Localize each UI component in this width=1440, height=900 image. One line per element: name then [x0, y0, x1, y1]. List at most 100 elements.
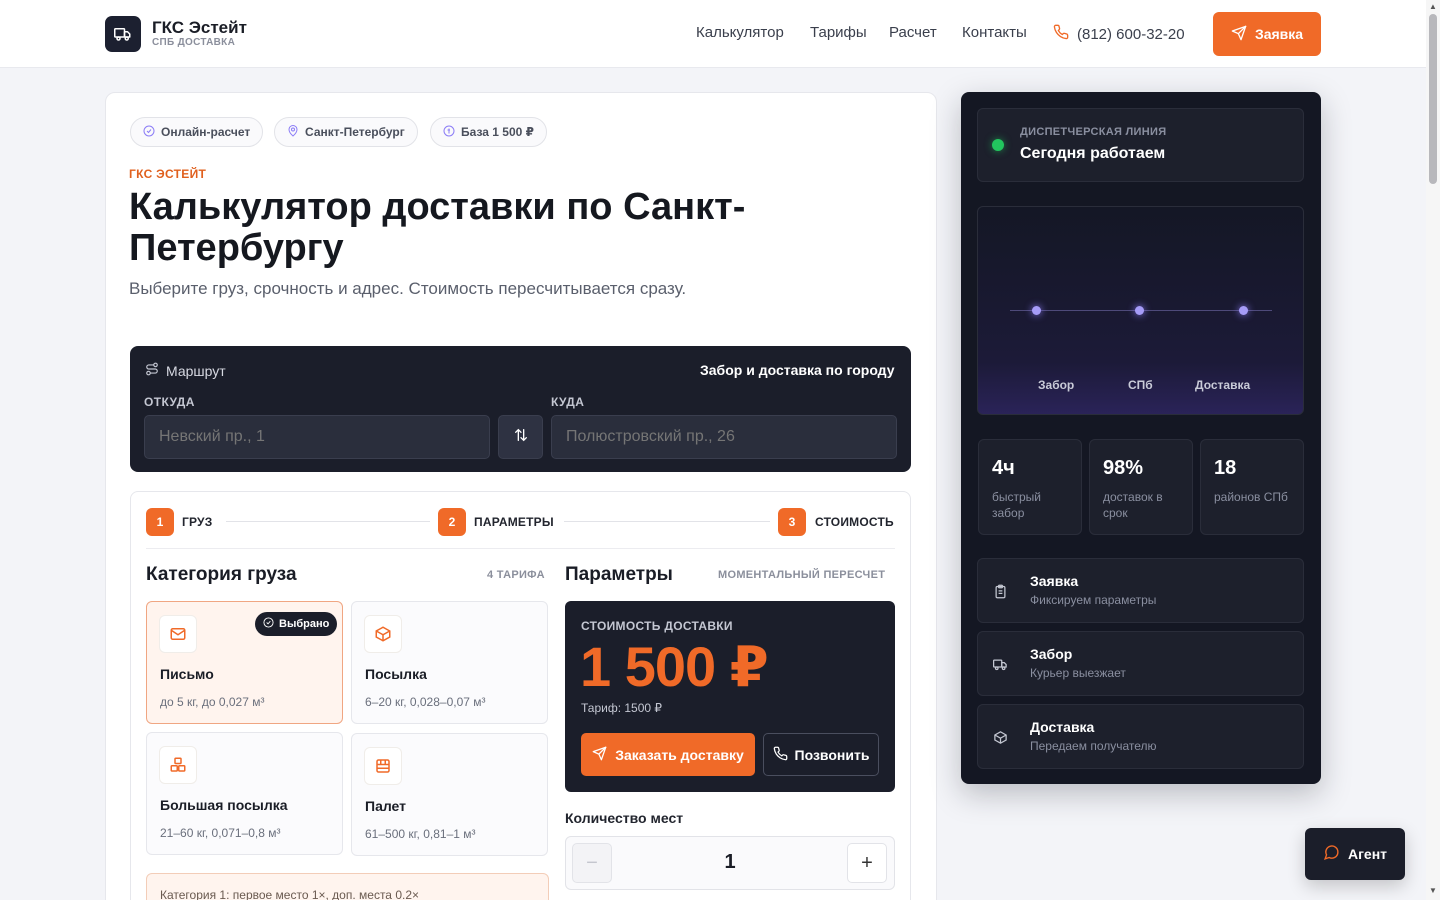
mail-icon [159, 615, 197, 653]
route-point-label: СПб [1128, 378, 1153, 392]
selected-badge: Выбрано [255, 612, 338, 636]
site-header: ГКС Эстейт СПБ ДОСТАВКА Калькулятор Тари… [0, 0, 1426, 68]
coin-icon [443, 125, 455, 140]
category-name: Большая посылка [160, 797, 288, 813]
phone-icon [1053, 24, 1069, 44]
scroll-down-arrow-icon[interactable]: ▼ [1428, 886, 1438, 895]
brand-subtitle: СПБ ДОСТАВКА [152, 37, 236, 48]
step-connector [226, 521, 430, 522]
quantity-value[interactable]: 1 [700, 851, 760, 874]
quantity-increment-button[interactable]: + [847, 843, 887, 883]
step-1-number[interactable]: 1 [146, 508, 174, 536]
category-card-large-parcel[interactable]: Большая посылка 21–60 кг, 0,071–0,8 м³ [146, 732, 343, 855]
route-title: Маршрут [145, 362, 226, 379]
scroll-up-arrow-icon[interactable]: ▲ [1428, 2, 1438, 11]
order-delivery-button[interactable]: Заказать доставку [581, 733, 755, 776]
eyebrow: ГКС ЭСТЕЙТ [129, 167, 207, 181]
params-title: Параметры [565, 564, 673, 585]
stat-label: быстрый забор [992, 490, 1041, 520]
flow-step-title: Забор [1030, 646, 1073, 662]
box-icon [364, 615, 402, 653]
stat-value: 4ч [992, 457, 1015, 479]
stat-value: 18 [1214, 457, 1237, 479]
clipboard-icon [990, 581, 1010, 601]
step-2-label[interactable]: ПАРАМЕТРЫ [474, 515, 554, 529]
category-name: Палет [365, 798, 407, 814]
nav-link-tariffs[interactable]: Тарифы [810, 24, 867, 41]
send-icon [592, 746, 607, 764]
flow-step-request: Заявка Фиксируем параметры [977, 558, 1304, 623]
flow-step-desc: Фиксируем параметры [1030, 593, 1157, 607]
stat-label: доставок в срок [1103, 490, 1163, 520]
nav-link-calculation[interactable]: Расчет [889, 24, 937, 41]
category-count: 4 ТАРИФА [487, 569, 545, 581]
nav-link-calculator[interactable]: Калькулятор [696, 24, 784, 41]
agent-chat-button[interactable]: Агент [1305, 828, 1405, 880]
phone-number: (812) 600-32-20 [1077, 25, 1185, 43]
pallet-icon [364, 747, 402, 785]
truck-logo-icon[interactable] [105, 16, 141, 52]
page-scrollbar[interactable]: ▲ ▼ [1426, 0, 1440, 900]
request-button[interactable]: Заявка [1213, 12, 1321, 56]
call-button[interactable]: Позвонить [763, 733, 879, 776]
map-pin-icon [287, 124, 299, 140]
category-card-pallet[interactable]: Палет 61–500 кг, 0,81–1 м³ [351, 733, 548, 856]
scroll-thumb[interactable] [1429, 14, 1437, 184]
swap-icon [513, 427, 529, 448]
stat-label: районов СПб [1214, 490, 1288, 504]
phone-link[interactable]: (812) 600-32-20 [1053, 24, 1185, 44]
stat-card: 98% доставок в срок [1089, 439, 1193, 535]
flow-step-desc: Передаем получателю [1030, 739, 1157, 753]
phone-icon [773, 746, 788, 764]
route-title-label: Маршрут [166, 362, 226, 379]
category-desc: до 5 кг, до 0,027 м³ [160, 695, 265, 709]
params-meta: МОМЕНТАЛЬНЫЙ ПЕРЕСЧЕТ [718, 569, 886, 581]
nav-link-contacts[interactable]: Контакты [962, 24, 1027, 41]
selected-badge-label: Выбрано [279, 618, 330, 630]
agent-button-label: Агент [1347, 846, 1388, 862]
from-address-input[interactable] [144, 415, 490, 459]
brand-name[interactable]: ГКС Эстейт [152, 18, 247, 38]
category-card-parcel[interactable]: Посылка 6–20 кг, 0,028–0,07 м³ [351, 601, 548, 724]
to-label: КУДА [551, 395, 585, 409]
category-name: Посылка [365, 666, 427, 682]
category-title: Категория груза [146, 564, 297, 585]
dispatch-label: ДИСПЕТЧЕРСКАЯ ЛИНИЯ [1020, 126, 1167, 138]
page-title: Калькулятор доставки по Санкт-Петербургу [129, 186, 746, 269]
price-label: СТОИМОСТЬ ДОСТАВКИ [581, 619, 733, 633]
check-circle-icon [143, 125, 155, 140]
swap-addresses-button[interactable] [498, 415, 543, 459]
chip-city-label: Санкт-Петербург [305, 125, 405, 139]
stat-value: 98% [1103, 457, 1144, 479]
step-3-label[interactable]: СТОИМОСТЬ [815, 515, 894, 529]
truck-icon [990, 654, 1010, 674]
category-desc: 6–20 кг, 0,028–0,07 м³ [365, 695, 486, 709]
to-address-input[interactable] [551, 415, 897, 459]
chip-base-price-label: База 1 500 ₽ [461, 125, 534, 139]
flow-step-title: Заявка [1030, 573, 1079, 589]
flow-step-pickup: Забор Курьер выезжает [977, 631, 1304, 696]
request-button-label: Заявка [1254, 26, 1304, 42]
stat-card: 18 районов СПб [1200, 439, 1304, 535]
from-label: ОТКУДА [144, 395, 195, 409]
flow-step-title: Доставка [1030, 719, 1095, 735]
chat-bubble-icon [1323, 844, 1340, 864]
step-3-number[interactable]: 3 [778, 508, 806, 536]
quantity-decrement-button[interactable]: − [572, 843, 612, 883]
online-status-dot [992, 139, 1004, 151]
step-2-number[interactable]: 2 [438, 508, 466, 536]
category-hint: Категория 1: первое место 1×, доп. места… [146, 873, 549, 900]
call-button-label: Позвонить [794, 746, 870, 763]
send-icon [1231, 25, 1247, 44]
step-1-label[interactable]: ГРУЗ [182, 515, 212, 529]
route-point-label: Забор [1038, 378, 1075, 392]
tariff-text: Тариф: 1500 ₽ [581, 701, 663, 715]
route-point-dot [1239, 306, 1248, 315]
chip-online: Онлайн-расчет [130, 117, 264, 147]
package-icon [990, 727, 1010, 747]
flow-step-delivery: Доставка Передаем получателю [977, 704, 1304, 769]
check-circle-icon [263, 617, 274, 631]
price-value: 1 500 ₽ [580, 635, 769, 698]
chip-online-label: Онлайн-расчет [161, 125, 251, 139]
flow-step-desc: Курьер выезжает [1030, 666, 1126, 680]
